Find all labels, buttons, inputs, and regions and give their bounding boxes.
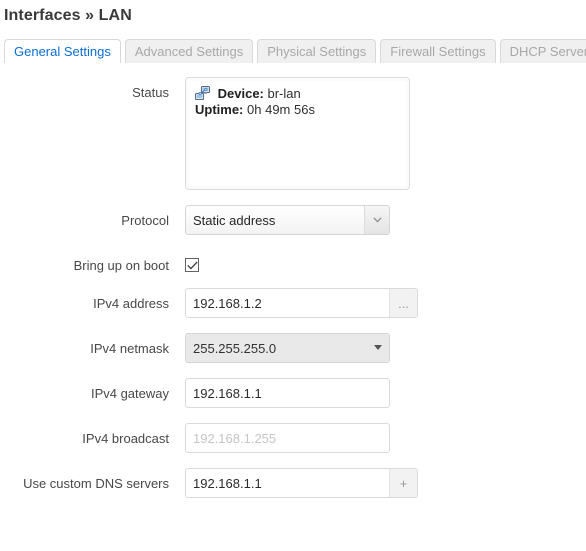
network-device-icon bbox=[195, 86, 211, 101]
page-title: Interfaces » LAN bbox=[4, 7, 132, 24]
ipv4-netmask-label: IPv4 netmask bbox=[90, 341, 169, 356]
general-settings-form: Status Device: br-lan Uptime: 0h 49m 56s… bbox=[0, 77, 586, 498]
custom-dns-label: Use custom DNS servers bbox=[23, 476, 169, 491]
status-device-label: Device: bbox=[217, 86, 264, 101]
ipv4-address-input[interactable] bbox=[186, 289, 389, 317]
ipv4-netmask-combobox[interactable] bbox=[185, 333, 390, 363]
protocol-select-wrap: Static address bbox=[185, 205, 390, 235]
status-uptime-label: Uptime: bbox=[195, 102, 244, 117]
status-uptime-value: 0h 49m 56s bbox=[247, 102, 315, 117]
tab-bar: General Settings Advanced Settings Physi… bbox=[0, 38, 586, 63]
protocol-select[interactable]: Static address bbox=[185, 205, 390, 235]
row-custom-dns: Use custom DNS servers + bbox=[0, 468, 586, 498]
tab-advanced-settings[interactable]: Advanced Settings bbox=[124, 39, 254, 63]
custom-dns-group: + bbox=[185, 468, 418, 498]
status-box-content: Device: br-lan Uptime: 0h 49m 56s bbox=[189, 81, 406, 186]
row-bring-up-on-boot: Bring up on boot bbox=[0, 250, 586, 273]
tab-firewall-settings[interactable]: Firewall Settings bbox=[380, 39, 496, 63]
tab-dhcp-server[interactable]: DHCP Server bbox=[499, 39, 586, 63]
row-status: Status Device: br-lan Uptime: 0h 49m 56s bbox=[0, 77, 586, 190]
ipv4-gateway-input[interactable] bbox=[185, 378, 390, 408]
ipv4-netmask-input[interactable] bbox=[185, 333, 390, 363]
tab-physical-settings[interactable]: Physical Settings bbox=[257, 39, 377, 63]
row-ipv4-netmask: IPv4 netmask bbox=[0, 333, 586, 363]
bring-up-on-boot-checkbox[interactable] bbox=[185, 258, 199, 272]
row-ipv4-address: IPv4 address ... bbox=[0, 288, 586, 318]
ipv4-broadcast-input[interactable] bbox=[185, 423, 390, 453]
status-device-line: Device: br-lan bbox=[195, 86, 400, 102]
custom-dns-input[interactable] bbox=[186, 469, 389, 497]
custom-dns-add-button[interactable]: + bbox=[389, 469, 417, 497]
tab-general-settings[interactable]: General Settings bbox=[4, 39, 121, 63]
status-label: Status bbox=[132, 85, 169, 100]
protocol-label: Protocol bbox=[121, 213, 169, 228]
ipv4-address-group: ... bbox=[185, 288, 418, 318]
row-ipv4-gateway: IPv4 gateway bbox=[0, 378, 586, 408]
ipv4-address-label: IPv4 address bbox=[93, 296, 169, 311]
ipv4-broadcast-label: IPv4 broadcast bbox=[82, 431, 169, 446]
bring-up-on-boot-label: Bring up on boot bbox=[73, 258, 169, 273]
ipv4-gateway-label: IPv4 gateway bbox=[90, 386, 169, 401]
ipv4-address-more-button[interactable]: ... bbox=[389, 289, 417, 317]
status-box: Device: br-lan Uptime: 0h 49m 56s bbox=[185, 77, 410, 190]
row-ipv4-broadcast: IPv4 broadcast bbox=[0, 423, 586, 453]
row-protocol: Protocol Static address bbox=[0, 205, 586, 235]
check-icon bbox=[186, 260, 198, 270]
status-device-value: br-lan bbox=[267, 86, 301, 101]
status-uptime-line: Uptime: 0h 49m 56s bbox=[195, 102, 400, 118]
